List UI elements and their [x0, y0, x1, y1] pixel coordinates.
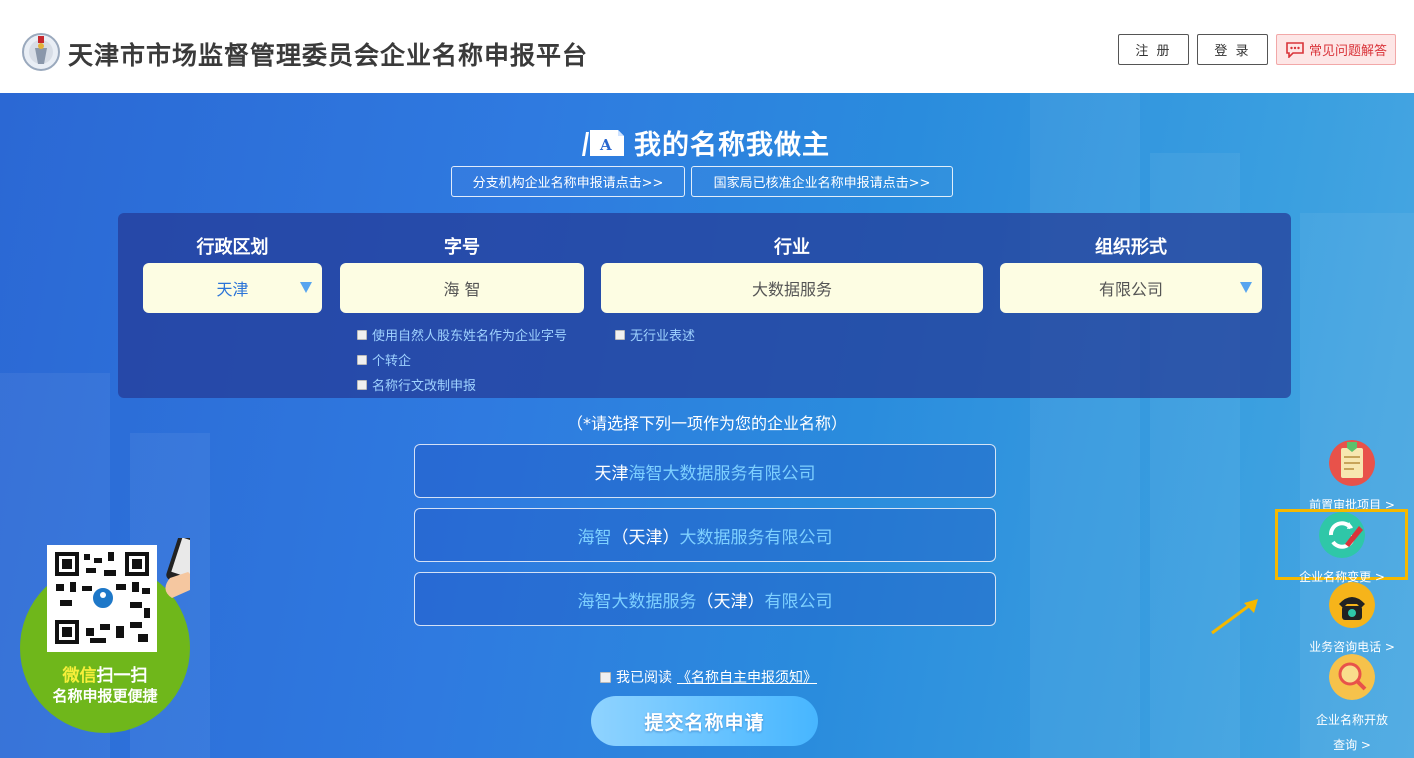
- option-text-body: 海智大数据服务有限公司: [628, 463, 816, 484]
- qr-caption-2: 名称申报更便捷: [52, 687, 158, 705]
- consult-phone-tool[interactable]: 业务咨询电话 >: [1292, 582, 1412, 658]
- checkbox-label: 使用自然人股东姓名作为企业字号: [372, 329, 568, 344]
- main-banner: A 我的名称我做主 分支机构企业名称申报请点击>> 国家局已核准企业名称申报请点…: [0, 93, 1414, 758]
- slogan-text: 我的名称我做主: [634, 130, 830, 161]
- checkbox-label: 无行业表述: [630, 329, 696, 344]
- no-industry-option[interactable]: 无行业表述: [615, 325, 695, 344]
- pointer-arrow-icon: [1211, 599, 1258, 635]
- option-text-region: （天津）: [696, 591, 765, 612]
- register-button[interactable]: 注 册: [1118, 34, 1189, 65]
- faq-label: 常见问题解答: [1308, 44, 1387, 59]
- open-query-tool[interactable]: 企业名称开放 查询 >: [1292, 654, 1412, 758]
- refresh-edit-icon: [1319, 512, 1365, 558]
- qr-caption-1: 微信扫一扫: [0, 661, 210, 686]
- pen-document-icon: A: [582, 129, 624, 156]
- industry-label: 行业: [774, 237, 810, 258]
- branch-apply-link[interactable]: 分支机构企业名称申报请点击>>: [451, 166, 685, 197]
- org-form-value: 有限公司: [1098, 280, 1163, 299]
- agree-checkbox[interactable]: [600, 671, 611, 683]
- open-query-label-1: 企业名称开放: [1315, 713, 1388, 727]
- org-form-label: 组织形式: [1095, 237, 1167, 258]
- industry-value: 大数据服务: [751, 280, 832, 299]
- slogan: A 我的名称我做主: [580, 123, 830, 162]
- industry-input[interactable]: 大数据服务: [601, 263, 983, 313]
- admin-rename-option[interactable]: 名称行文改制申报: [357, 375, 476, 394]
- terms-link[interactable]: 《名称自主申报须知》: [677, 667, 817, 687]
- top-header: 天津市市场监督管理委员会企业名称申报平台 注 册 登 录 常见问题解答: [0, 0, 1414, 93]
- individual-to-enterprise-option[interactable]: 个转企: [357, 350, 411, 369]
- selection-hint: （*请选择下列一项作为您的企业名称）: [566, 414, 847, 433]
- name-option-3[interactable]: 海智大数据服务 （天津） 有限公司: [414, 572, 996, 626]
- login-button[interactable]: 登 录: [1197, 34, 1268, 65]
- submit-name-button[interactable]: 提交名称申请: [591, 696, 818, 746]
- checkbox[interactable]: [357, 379, 367, 390]
- agree-prefix: 我已阅读: [616, 670, 672, 686]
- org-form-select[interactable]: 有限公司: [1000, 263, 1262, 313]
- brand-input[interactable]: 海 智: [340, 263, 584, 313]
- name-option-2[interactable]: 海智 （天津） 大数据服务有限公司: [414, 508, 996, 562]
- agree-terms: 我已阅读 《名称自主申报须知》: [600, 667, 817, 687]
- checkbox-label: 名称行文改制申报: [372, 379, 477, 394]
- shareholder-name-option[interactable]: 使用自然人股东姓名作为企业字号: [357, 325, 567, 344]
- option-text-region: （天津）: [611, 527, 680, 548]
- region-value: 天津: [216, 280, 249, 299]
- open-query-label-2: 查询 >: [1333, 738, 1371, 752]
- option-text-body: 有限公司: [764, 591, 833, 612]
- brand-label: 字号: [444, 237, 480, 258]
- search-magnifier-icon: [1329, 654, 1375, 700]
- dropdown-arrow-icon: [1240, 282, 1252, 293]
- option-text-brand: 海智: [577, 527, 612, 548]
- approval-document-icon: [1329, 440, 1375, 486]
- phone-hand-icon: [165, 538, 190, 598]
- qr-caption-wechat: 微信: [62, 666, 97, 686]
- region-label: 行政区划: [196, 237, 269, 258]
- option-text-region: 天津: [594, 463, 629, 484]
- national-approved-link[interactable]: 国家局已核准企业名称申报请点击>>: [691, 166, 953, 197]
- qr-caption-scan: 扫一扫: [96, 666, 148, 686]
- option-text-body: 大数据服务有限公司: [679, 527, 833, 548]
- name-form-panel: 行政区划 字号 行业 组织形式 天津 海 智 大数据服务 有限公司 使用自然人股…: [118, 213, 1291, 398]
- option-text-brand: 海智大数据服务: [577, 591, 697, 612]
- checkbox[interactable]: [357, 354, 367, 365]
- checkbox[interactable]: [357, 329, 367, 340]
- chat-bubble-icon: [1286, 42, 1304, 58]
- svg-text:A: A: [599, 136, 612, 154]
- national-emblem-logo: [22, 33, 60, 71]
- site-title: 天津市市场监督管理委员会企业名称申报平台: [68, 41, 589, 70]
- telephone-icon: [1329, 582, 1375, 628]
- region-select[interactable]: 天津: [143, 263, 322, 313]
- brand-value: 海 智: [443, 280, 481, 299]
- pre-approval-tool[interactable]: 前置审批项目 >: [1292, 440, 1412, 516]
- checkbox-label: 个转企: [372, 354, 412, 369]
- faq-button[interactable]: 常见问题解答: [1276, 34, 1396, 65]
- dropdown-arrow-icon: [300, 282, 312, 293]
- name-change-tool[interactable]: 企业名称变更 >: [1282, 512, 1402, 588]
- checkbox[interactable]: [615, 329, 625, 340]
- name-option-1[interactable]: 天津 海智大数据服务有限公司: [414, 444, 996, 498]
